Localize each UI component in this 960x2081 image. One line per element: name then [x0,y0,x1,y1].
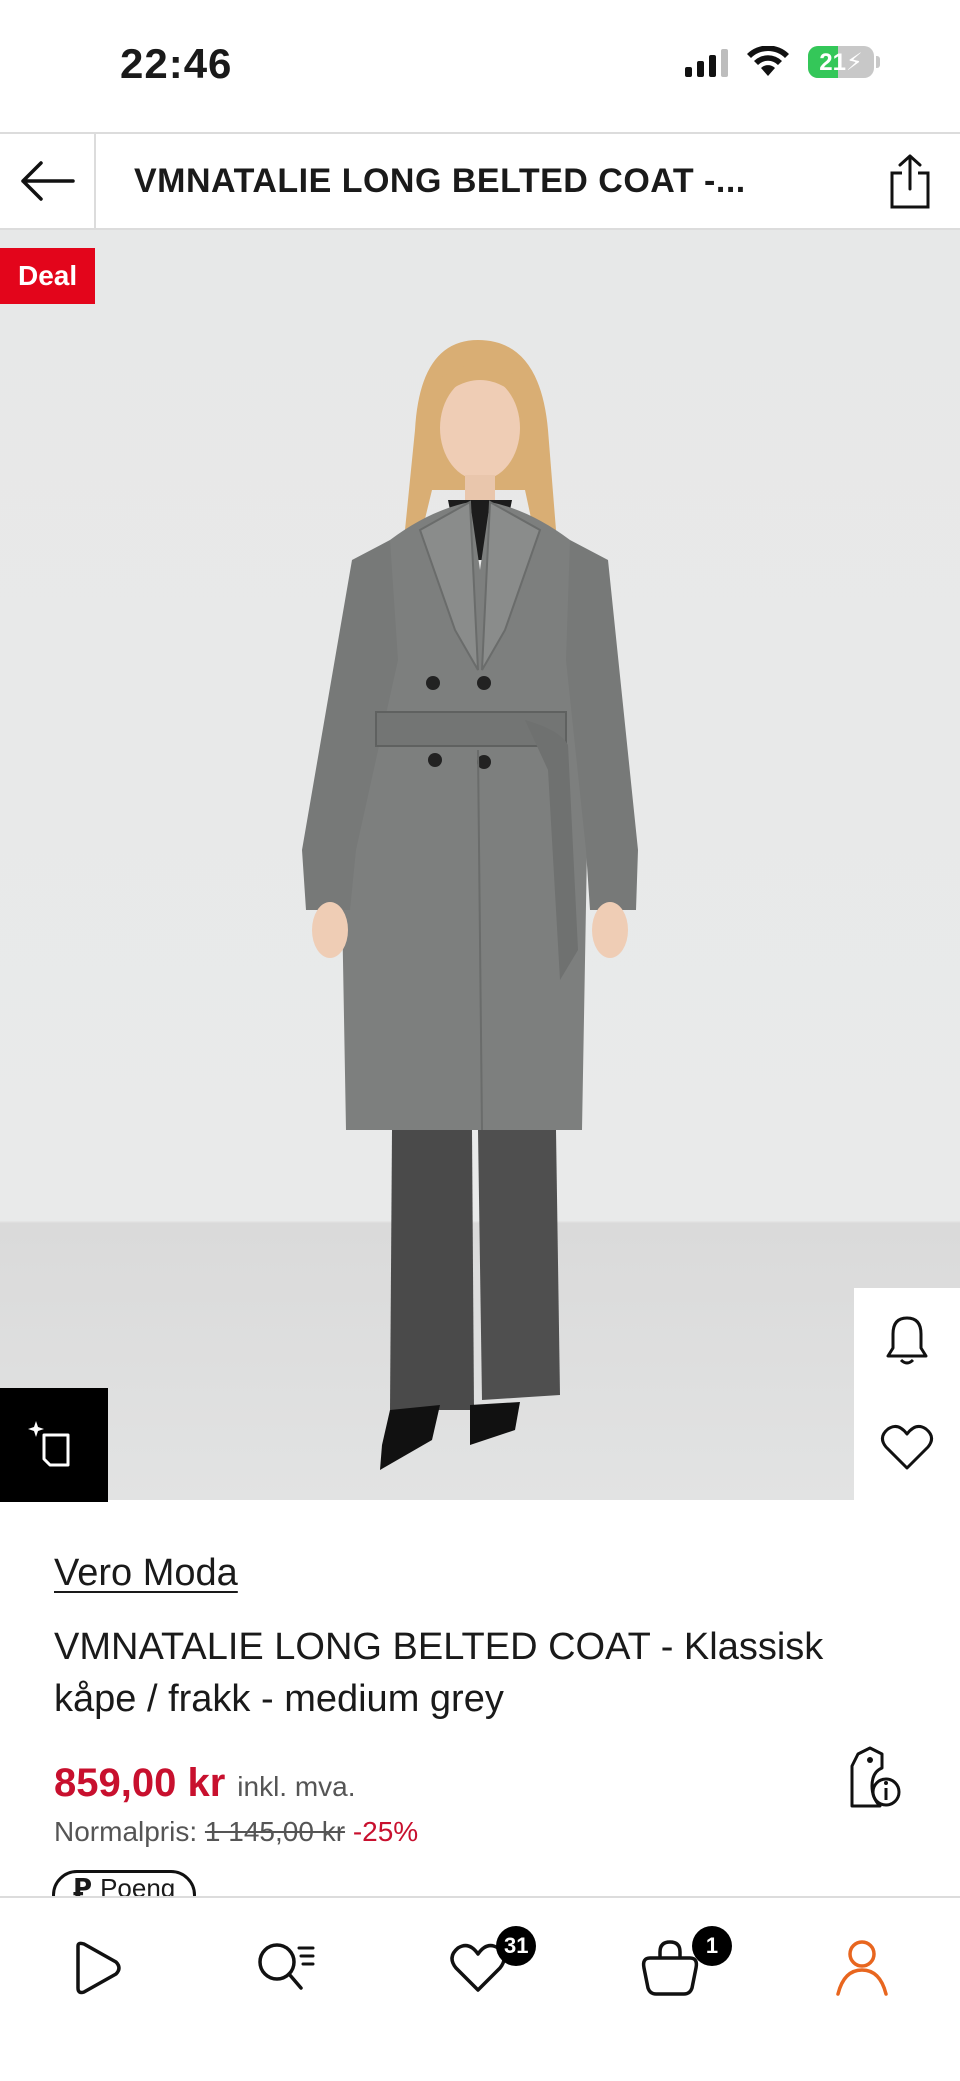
play-icon [76,1941,121,1995]
product-header: VMNATALIE LONG BELTED COAT -... [0,132,960,230]
cellular-signal-icon [685,47,728,77]
battery-level: 21 [819,48,846,76]
price-info-button[interactable] [842,1746,902,1810]
crop-sparkle-icon [28,1421,70,1467]
product-info: Vero Moda VMNATALIE LONG BELTED COAT - K… [54,1552,914,1848]
back-button[interactable] [0,134,96,228]
price-tag-info-icon [850,1746,901,1808]
image-side-actions [854,1288,960,1502]
battery-charging-icon: 21⚡ [808,46,880,78]
discount-percent: -25% [352,1816,419,1847]
heart-icon [881,1424,933,1470]
favorite-button[interactable] [880,1423,934,1476]
user-icon [836,1940,888,1996]
nav-search[interactable] [236,1918,336,2018]
nav-bag[interactable]: 1 [620,1918,732,2018]
nav-favorites[interactable]: 31 [428,1918,537,2018]
vat-note: inkl. mva. [237,1771,356,1802]
normal-price-row: Normalpris: 1 145,00 kr -25% [54,1816,914,1848]
nav-profile[interactable] [812,1918,912,2018]
normal-price-label: Normalpris: [54,1816,198,1847]
status-time: 22:46 [120,40,233,87]
bag-count-badge: 1 [692,1926,732,1966]
product-name: VMNATALIE LONG BELTED COAT - Klassisk kå… [54,1626,824,1720]
share-icon [890,154,930,209]
share-button[interactable] [860,134,960,228]
header-title: VMNATALIE LONG BELTED COAT -... [134,161,746,200]
brand-link[interactable]: Vero Moda [54,1552,238,1595]
deal-badge: Deal [0,248,96,304]
notify-button[interactable] [885,1314,929,1371]
bell-icon [886,1316,928,1365]
model-photo [302,340,638,1470]
arrow-left-icon [21,161,75,201]
normal-price: 1 145,00 kr [204,1816,346,1847]
price-row: 859,00 kr inkl. mva. [54,1761,914,1806]
product-image[interactable]: Deal [0,230,960,1500]
search-list-icon [258,1943,315,1990]
shop-the-look-button[interactable] [0,1388,108,1502]
wifi-icon [747,46,789,76]
bottom-navigation: 31 1 [0,1896,960,2081]
status-icons: 21⚡ [685,46,880,78]
current-price: 859,00 kr [54,1761,226,1805]
nav-play[interactable] [46,1918,146,2018]
bag-icon [641,1940,699,1996]
status-bar: 22:46 21⚡ [0,0,960,132]
favorites-count-badge: 31 [496,1926,537,1966]
